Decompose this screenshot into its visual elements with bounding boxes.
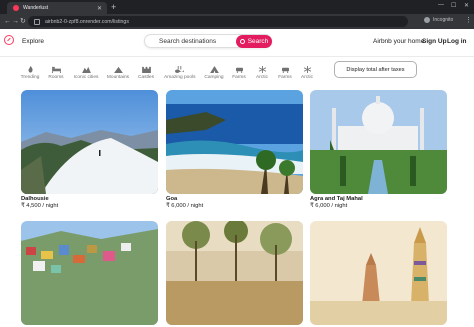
listing-card[interactable]: Goa ₹ 6,000 / night <box>166 90 303 209</box>
reload-icon[interactable]: ↻ <box>20 17 26 26</box>
category-castles[interactable]: Castles <box>131 66 161 80</box>
browser-tab[interactable]: Wanderlust ✕ <box>7 2 107 14</box>
tax-toggle-label: Display total after taxes <box>346 66 405 73</box>
category-label: Arctic <box>301 75 313 80</box>
listing-card[interactable]: Dalhousie ₹ 4,500 / night <box>21 90 158 209</box>
mountain-icon <box>113 66 123 73</box>
listing-card[interactable]: Agra and Taj Mahal ₹ 6,000 / night <box>310 90 447 209</box>
close-window-icon[interactable]: ✕ <box>464 2 469 9</box>
incognito-label: Incognito <box>433 17 454 23</box>
cow-icon <box>281 67 289 73</box>
address-toolbar: ← → ↻ airbnb2-0-zpf8.onrender.com/listin… <box>0 14 474 29</box>
listing-title[interactable]: Goa <box>166 196 303 202</box>
listing-image-agra-taj-mahal[interactable] <box>310 90 447 194</box>
search-icon <box>239 39 245 44</box>
search-button[interactable]: Search <box>236 35 272 48</box>
bed-icon <box>51 66 61 73</box>
browser-menu-icon[interactable]: ⋮ <box>465 16 472 24</box>
campground-icon <box>209 66 219 73</box>
tab-title: Wanderlust <box>23 5 49 11</box>
site-favicon-icon <box>13 5 19 11</box>
tax-toggle-button[interactable]: Display total after taxes <box>334 61 417 78</box>
cow-icon <box>235 67 243 73</box>
pool-icon <box>174 66 184 73</box>
incognito-indicator[interactable]: Incognito <box>424 17 453 23</box>
listing-image-goa[interactable] <box>166 90 303 194</box>
close-tab-icon[interactable]: ✕ <box>97 5 102 12</box>
address-bar[interactable]: airbnb2-0-zpf8.onrender.com/listings <box>28 16 408 27</box>
category-rooms[interactable]: Rooms <box>41 66 71 80</box>
listing-title[interactable]: Agra and Taj Mahal <box>310 196 447 202</box>
category-arctic-2[interactable]: Arctic <box>292 66 322 80</box>
listing-price: ₹ 6,000 / night <box>310 203 348 209</box>
castle-icon <box>141 66 151 73</box>
category-label: Rooms <box>48 75 64 80</box>
category-label: Iconic cities <box>73 75 99 80</box>
listing-card[interactable] <box>21 221 158 327</box>
airbnb-your-home-link[interactable]: Airbnb your home <box>373 38 424 45</box>
listing-image-dalhousie[interactable] <box>21 90 158 194</box>
maximize-icon[interactable]: ☐ <box>451 2 456 9</box>
category-label: Castles <box>138 75 154 80</box>
incognito-icon <box>424 17 430 23</box>
listing-title[interactable]: Dalhousie <box>21 196 158 202</box>
category-mountains[interactable]: Mountains <box>103 66 133 80</box>
new-tab-icon[interactable]: + <box>111 2 116 12</box>
mountain-city-icon <box>81 66 91 73</box>
signup-link[interactable]: Sign Up <box>422 38 447 45</box>
category-label: Amazing pools <box>164 75 196 80</box>
forward-icon[interactable]: → <box>12 17 19 26</box>
listing-price: ₹ 4,500 / night <box>21 203 59 209</box>
category-label: Mountains <box>106 75 130 80</box>
listing-price: ₹ 6,000 / night <box>166 203 204 209</box>
search-button-label: Search <box>247 38 269 45</box>
listing-image-hill-town[interactable] <box>21 221 158 325</box>
login-link[interactable]: Log in <box>447 38 467 45</box>
category-iconic-cities[interactable]: Iconic cities <box>71 66 101 80</box>
header-divider <box>0 56 474 57</box>
search-placeholder: Search destinations <box>159 38 217 45</box>
listing-card[interactable] <box>310 221 447 327</box>
browser-tab-bar: Wanderlust ✕ + — ☐ ✕ <box>0 0 474 14</box>
minimize-icon[interactable]: — <box>438 2 444 8</box>
category-amazing-pools[interactable]: Amazing pools <box>164 66 196 80</box>
snowflake-icon <box>303 66 311 73</box>
listing-image-palm-backwaters[interactable] <box>166 221 303 325</box>
site-info-icon[interactable] <box>34 18 40 25</box>
url-text: airbnb2-0-zpf8.onrender.com/listings <box>45 18 129 25</box>
snowflake-icon <box>258 66 266 73</box>
back-icon[interactable]: ← <box>4 17 11 26</box>
compass-logo-icon[interactable] <box>4 35 14 45</box>
explore-link[interactable]: Explore <box>22 38 44 45</box>
fire-icon <box>28 66 33 73</box>
listing-card[interactable] <box>166 221 303 327</box>
listing-image-temple[interactable] <box>310 221 447 325</box>
